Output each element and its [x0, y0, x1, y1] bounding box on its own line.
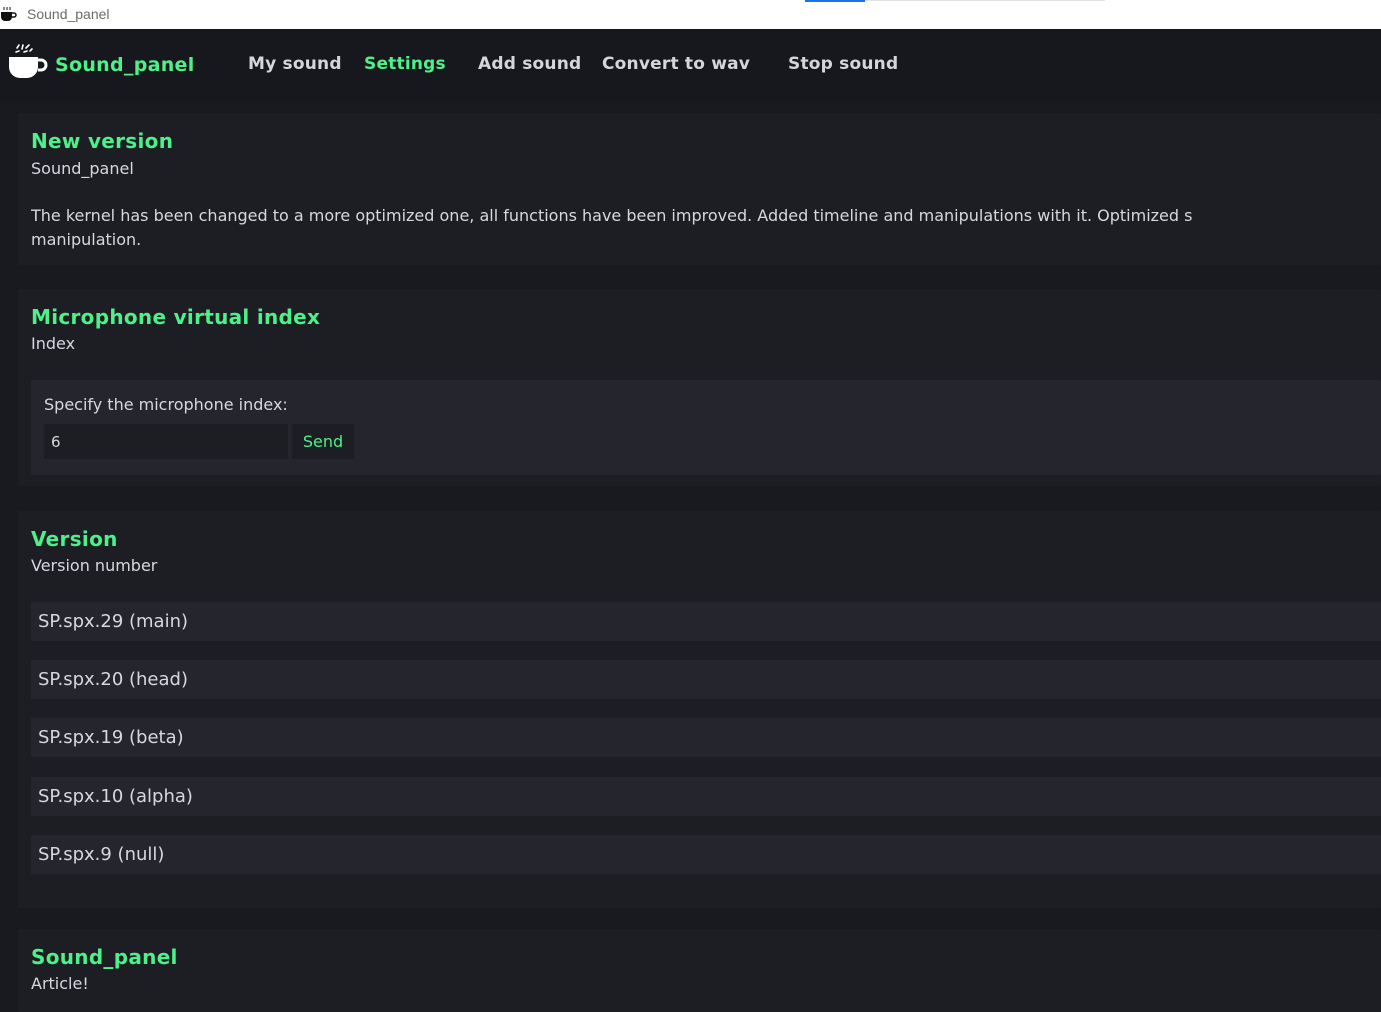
- nav-add-sound[interactable]: Add sound: [478, 54, 581, 74]
- window-title: Sound_panel: [27, 6, 110, 22]
- microphone-form: Specify the microphone index: Send: [31, 380, 1381, 475]
- panel-subtitle: Version number: [31, 556, 158, 575]
- panel-title: Microphone virtual index: [31, 305, 321, 329]
- panel-body-line: The kernel has been changed to a more op…: [31, 206, 1193, 225]
- panel-subtitle: Index: [31, 334, 76, 353]
- version-row[interactable]: SP.spx.20 (head): [31, 660, 1381, 699]
- titlebar-divider: [865, 0, 1105, 1]
- panel-subtitle: Article!: [31, 974, 89, 993]
- microphone-index-label: Specify the microphone index:: [44, 395, 288, 414]
- navbar: Sound_panel My sound Settings Add sound …: [0, 29, 1381, 103]
- nav-stop-sound[interactable]: Stop sound: [788, 54, 898, 74]
- microphone-index-input[interactable]: [44, 424, 288, 459]
- coffee-cup-icon: [8, 43, 48, 87]
- panel-body-line: manipulation.: [31, 230, 142, 249]
- coffee-cup-icon: [0, 7, 18, 26]
- nav-settings[interactable]: Settings: [364, 54, 446, 74]
- version-panel: Version Version number SP.spx.29 (main) …: [18, 511, 1381, 908]
- panel-subtitle: Sound_panel: [31, 159, 134, 178]
- new-version-panel: New version Sound_panel The kernel has b…: [18, 113, 1381, 265]
- version-row[interactable]: SP.spx.9 (null): [31, 835, 1381, 874]
- nav-my-sound[interactable]: My sound: [248, 54, 342, 74]
- nav-convert-to-wav[interactable]: Convert to wav: [602, 54, 750, 74]
- version-row[interactable]: SP.spx.19 (beta): [31, 718, 1381, 757]
- send-button[interactable]: Send: [292, 424, 354, 459]
- article-panel: Sound_panel Article!: [18, 929, 1381, 1012]
- panel-title: Version: [31, 527, 118, 551]
- panel-title: Sound_panel: [31, 945, 178, 969]
- window-titlebar: Sound_panel: [0, 0, 1381, 29]
- brand-name: Sound_panel: [55, 54, 195, 76]
- version-row[interactable]: SP.spx.29 (main): [31, 602, 1381, 641]
- microphone-panel: Microphone virtual index Index Specify t…: [18, 289, 1381, 486]
- titlebar-accent: [805, 0, 865, 2]
- version-row[interactable]: SP.spx.10 (alpha): [31, 777, 1381, 816]
- panel-title: New version: [31, 129, 174, 153]
